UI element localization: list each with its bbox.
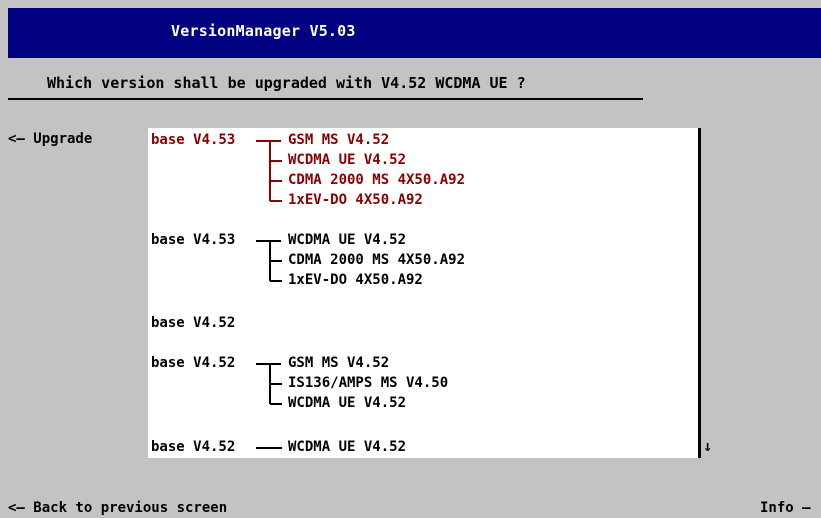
info-softkey[interactable]: Info —	[760, 500, 811, 516]
module-item: CDMA 2000 MS 4X50.A92	[288, 172, 466, 188]
question-text: Which version shall be upgraded with V4.…	[47, 74, 526, 92]
title-bar: VersionManager V5.03	[8, 8, 821, 58]
tree-connector	[256, 363, 282, 405]
tree-connector	[256, 447, 282, 449]
window-title: VersionManager V5.03	[171, 22, 356, 40]
upgrade-softkey[interactable]: <— Upgrade	[8, 131, 92, 147]
tree-connector	[256, 240, 282, 282]
scrollbar[interactable]	[698, 128, 701, 458]
module-item: WCDMA UE V4.52	[288, 232, 407, 248]
tree-connector	[256, 140, 282, 202]
base-version-label: base V4.52	[151, 315, 236, 331]
module-item: WCDMA UE V4.52	[288, 395, 407, 411]
module-item: CDMA 2000 MS 4X50.A92	[288, 252, 466, 268]
back-softkey[interactable]: <— Back to previous screen	[8, 500, 227, 516]
module-item: GSM MS V4.52	[288, 355, 390, 371]
module-item: GSM MS V4.52	[288, 132, 390, 148]
module-item: WCDMA UE V4.52	[288, 439, 407, 455]
version-list: base V4.53 GSM MS V4.52 WCDMA UE V4.52 C…	[148, 128, 699, 458]
module-item: IS136/AMPS MS V4.50	[288, 375, 449, 391]
module-item: 1xEV-DO 4X50.A92	[288, 272, 423, 288]
module-item: 1xEV-DO 4X50.A92	[288, 192, 423, 208]
module-item: WCDMA UE V4.52	[288, 152, 407, 168]
question-divider	[8, 98, 643, 100]
scroll-down-icon[interactable]: ↓	[703, 437, 712, 455]
